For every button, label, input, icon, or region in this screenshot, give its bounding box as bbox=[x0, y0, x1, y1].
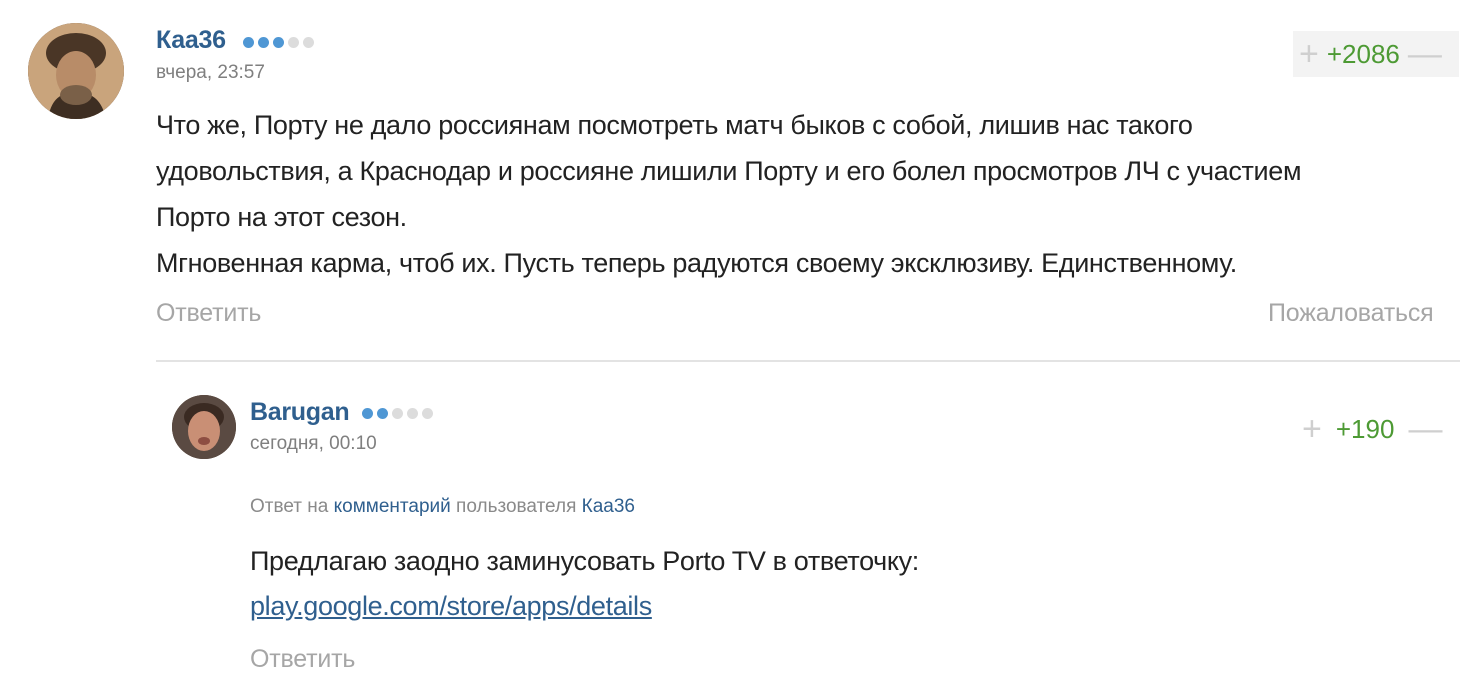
user-rank-dots bbox=[362, 408, 433, 419]
reply-button[interactable]: Ответить bbox=[156, 299, 261, 328]
comment-divider bbox=[156, 360, 1460, 362]
rating-score: +2086 bbox=[1326, 38, 1400, 69]
rank-dot bbox=[377, 408, 388, 419]
reply-context: Ответ на комментарий пользователя Каа36 bbox=[250, 496, 635, 518]
vote-up-button[interactable]: + bbox=[1299, 37, 1319, 71]
avatar-portrait-graphic bbox=[28, 23, 124, 119]
vote-down-button[interactable]: — bbox=[1408, 37, 1442, 71]
comment-author[interactable]: Каа36 bbox=[156, 26, 226, 55]
reply-middle: пользователя bbox=[456, 496, 577, 517]
comment-line: Порто на этот сезон. bbox=[156, 202, 407, 232]
comment-rating: + +2086 — bbox=[1293, 31, 1459, 77]
rank-dot bbox=[288, 37, 299, 48]
comment-timestamp: вчера, 23:57 bbox=[156, 62, 265, 83]
rank-dot bbox=[258, 37, 269, 48]
vote-up-button[interactable]: + bbox=[1302, 412, 1322, 446]
rating-score: +190 bbox=[1335, 413, 1395, 444]
comment-body: Предлагаю заодно заминусовать Porto TV в… bbox=[250, 538, 919, 584]
comment-rating: + +190 — bbox=[1296, 406, 1460, 452]
comment-line: Предлагаю заодно заминусовать Porto TV в… bbox=[250, 546, 919, 576]
comment-external-link[interactable]: play.google.com/store/apps/details bbox=[250, 591, 652, 622]
comments-page: Каа36 вчера, 23:57 + +2086 — Что же, Пор… bbox=[0, 0, 1460, 696]
rank-dot bbox=[362, 408, 373, 419]
comment-line: Что же, Порту не дало россиянам посмотре… bbox=[156, 110, 1193, 140]
reply-button[interactable]: Ответить bbox=[250, 645, 355, 674]
rank-dot bbox=[407, 408, 418, 419]
avatar-portrait-graphic bbox=[172, 395, 236, 459]
rank-dot bbox=[392, 408, 403, 419]
vote-down-button[interactable]: — bbox=[1408, 412, 1442, 446]
user-rank-dots bbox=[243, 37, 314, 48]
comment-body: Что же, Порту не дало россиянам посмотре… bbox=[156, 102, 1302, 286]
rank-dot bbox=[243, 37, 254, 48]
comment-line: удовольствия, а Краснодар и россияне лиш… bbox=[156, 156, 1302, 186]
rank-dot bbox=[273, 37, 284, 48]
parent-comment-link[interactable]: комментарий bbox=[334, 496, 451, 517]
user-avatar-icon[interactable] bbox=[28, 23, 124, 119]
comment-author[interactable]: Barugan bbox=[250, 398, 350, 427]
user-avatar-icon[interactable] bbox=[172, 395, 236, 459]
comment-timestamp: сегодня, 00:10 bbox=[250, 433, 377, 454]
rank-dot bbox=[303, 37, 314, 48]
parent-user-link[interactable]: Каа36 bbox=[582, 496, 635, 517]
comment-line: Мгновенная карма, чтоб их. Пусть теперь … bbox=[156, 248, 1237, 278]
report-button[interactable]: Пожаловаться bbox=[1268, 299, 1434, 328]
rank-dot bbox=[422, 408, 433, 419]
reply-prefix: Ответ на bbox=[250, 496, 329, 517]
